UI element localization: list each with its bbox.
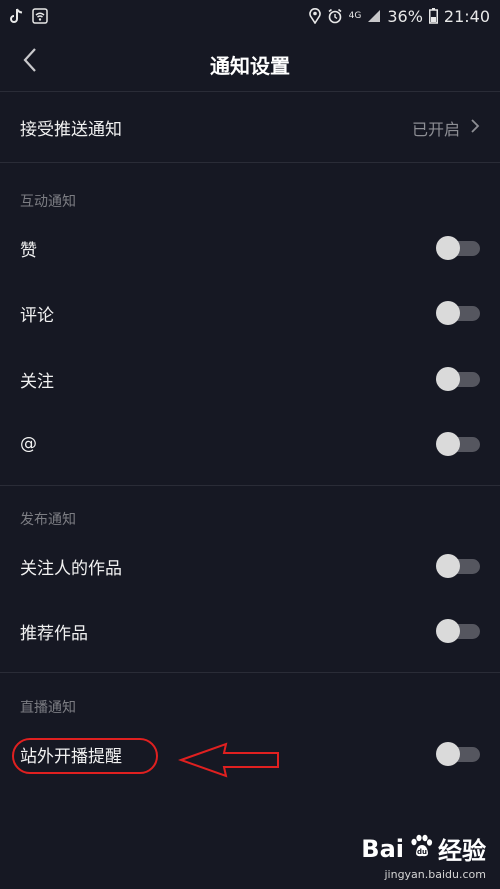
location-icon (308, 8, 321, 24)
svg-text:du: du (417, 848, 427, 856)
tiktok-icon (10, 8, 24, 24)
section-header-interaction: 互动通知 (20, 194, 76, 210)
toggle-like[interactable] (436, 236, 480, 260)
baidu-watermark: Bai du 经验 jingyan.baidu.com (361, 831, 486, 881)
toggle-row-mention: @ (0, 413, 500, 475)
watermark-brand-right: 经验 (438, 837, 486, 865)
alarm-icon (327, 8, 343, 24)
toggle-row-follow: 关注 (0, 348, 500, 410)
toggle-label-followed-works: 关注人的作品 (20, 558, 122, 579)
toggle-label-recommended-works: 推荐作品 (20, 623, 88, 644)
status-bar: 4G 36% 21:40 (0, 0, 500, 32)
annotation-ellipse (12, 738, 158, 774)
toggle-row-like: 赞 (0, 217, 500, 279)
watermark-brand-left: Bai (361, 834, 404, 863)
section-header-publish: 发布通知 (20, 512, 76, 528)
page-title: 通知设置 (210, 54, 290, 78)
battery-icon (428, 8, 438, 24)
section-divider (0, 672, 500, 673)
toggle-label-comment: 评论 (20, 305, 54, 326)
toggle-label-follow: 关注 (20, 371, 54, 392)
toggle-label-mention: @ (20, 434, 37, 454)
status-bar-left (10, 8, 48, 24)
toggle-row-comment: 评论 (0, 282, 500, 344)
notification-settings-screen: 4G 36% 21:40 通知设置 接受推送通知 已开启 互动通知 赞 评论 关… (0, 0, 500, 889)
toggle-comment[interactable] (436, 301, 480, 325)
push-notification-label: 接受推送通知 (20, 120, 122, 140)
annotation-arrow-icon (178, 742, 279, 778)
baidu-logo: Bai du 经验 (361, 831, 486, 866)
section-header-live: 直播通知 (20, 700, 76, 716)
section-divider (0, 485, 500, 486)
status-time: 21:40 (443, 6, 490, 26)
network-type-label: 4G (348, 10, 362, 21)
toggle-label-like: 赞 (20, 240, 37, 261)
toggle-recommended-works[interactable] (436, 619, 480, 643)
push-notification-status-group: 已开启 (412, 116, 480, 140)
push-notification-row[interactable]: 接受推送通知 已开启 (0, 93, 500, 163)
paw-icon: du (408, 833, 434, 865)
toggle-follow[interactable] (436, 367, 480, 391)
signal-icon (367, 9, 381, 23)
push-notification-status: 已开启 (411, 119, 460, 139)
status-bar-right: 4G 36% 21:40 (308, 6, 490, 26)
toggle-row-recommended-works: 推荐作品 (0, 600, 500, 662)
chevron-right-icon (470, 118, 480, 138)
nav-bar: 通知设置 (0, 32, 500, 92)
watermark-url: jingyan.baidu.com (384, 868, 486, 881)
toggle-row-followed-works: 关注人的作品 (0, 535, 500, 597)
wifi-icon (32, 8, 48, 24)
toggle-followed-works[interactable] (436, 554, 480, 578)
battery-percent: 36% (387, 6, 423, 26)
toggle-live-reminder[interactable] (436, 742, 480, 766)
toggle-mention[interactable] (436, 432, 480, 456)
